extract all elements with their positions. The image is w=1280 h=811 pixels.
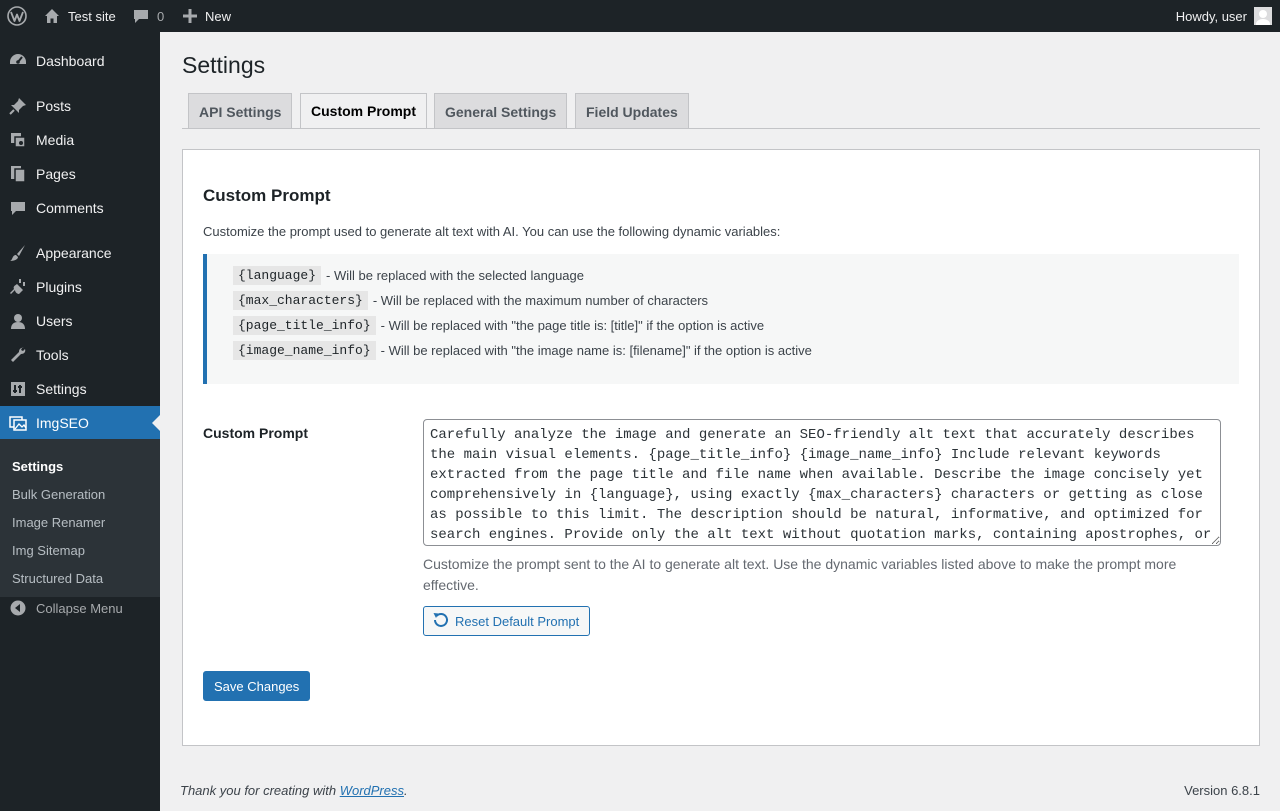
variables-box: {language} - Will be replaced with the s… xyxy=(203,254,1239,384)
sidebar-item-label: Tools xyxy=(36,347,69,363)
variable-description: - Will be replaced with the selected lan… xyxy=(326,268,584,283)
pin-icon xyxy=(0,89,36,123)
variable-description: - Will be replaced with "the image name … xyxy=(380,343,812,358)
variable-row: {max_characters} - Will be replaced with… xyxy=(233,291,708,310)
page-title: Settings xyxy=(182,52,266,78)
sidebar-item-tools[interactable]: Tools xyxy=(0,338,160,372)
custom-prompt-label: Custom Prompt xyxy=(203,425,308,441)
tab-custom-prompt[interactable]: Custom Prompt xyxy=(300,93,427,129)
comments-count: 0 xyxy=(157,8,165,24)
sidebar-item-users[interactable]: Users xyxy=(0,304,160,338)
brush-icon xyxy=(0,236,36,270)
site-name-label: Test site xyxy=(68,8,116,24)
variable-code: {max_characters} xyxy=(233,291,368,310)
pages-icon xyxy=(0,157,36,191)
section-heading: Custom Prompt xyxy=(203,186,331,205)
collapse-menu-button[interactable]: Collapse Menu xyxy=(0,596,160,620)
sidebar-item-posts[interactable]: Posts xyxy=(0,89,160,123)
save-changes-button[interactable]: Save Changes xyxy=(203,671,311,701)
submenu-item-bulk-generation[interactable]: Bulk Generation xyxy=(12,487,105,502)
variable-row: {page_title_info} - Will be replaced wit… xyxy=(233,316,764,335)
plug-icon xyxy=(0,270,36,304)
settings-card: Custom Prompt Customize the prompt used … xyxy=(182,149,1260,746)
tab-general-settings[interactable]: General Settings xyxy=(434,93,568,129)
images-icon xyxy=(0,406,36,440)
reset-button-label: Reset Default Prompt xyxy=(455,613,580,629)
comments-link[interactable]: 0 xyxy=(133,0,164,32)
custom-prompt-textarea[interactable]: Carefully analyze the image and generate… xyxy=(423,419,1221,546)
settings-icon xyxy=(0,372,36,406)
collapse-arrow-icon xyxy=(0,600,36,616)
home-icon xyxy=(44,8,60,24)
undo-icon xyxy=(432,611,450,632)
custom-prompt-description: Customize the prompt sent to the AI to g… xyxy=(423,556,1177,593)
wordpress-link[interactable]: WordPress xyxy=(340,783,404,798)
admin-bar: Test site 0 New Howdy, user xyxy=(0,0,1280,32)
tab-api-settings[interactable]: API Settings xyxy=(188,93,293,129)
submenu-item-img-sitemap[interactable]: Img Sitemap xyxy=(12,543,85,558)
site-name-link[interactable]: Test site xyxy=(44,0,116,32)
sidebar-item-label: Dashboard xyxy=(36,53,105,69)
submenu-item-structured-data[interactable]: Structured Data xyxy=(12,571,103,586)
comment-icon xyxy=(0,191,36,225)
footer-thanks-prefix: Thank you for creating with xyxy=(180,783,340,798)
sidebar-item-label: Plugins xyxy=(36,279,82,295)
variable-description: - Will be replaced with the maximum numb… xyxy=(372,293,709,308)
sidebar-item-appearance[interactable]: Appearance xyxy=(0,236,160,270)
sidebar-item-label: Posts xyxy=(36,98,72,114)
variable-description: - Will be replaced with "the page title … xyxy=(380,318,765,333)
wrench-icon xyxy=(0,338,36,372)
sidebar-item-label: Settings xyxy=(36,381,87,397)
variable-row: {language} - Will be replaced with the s… xyxy=(233,266,584,285)
sidebar-item-label: Media xyxy=(36,132,75,148)
admin-sidebar: Dashboard Posts Media Pages Comments App… xyxy=(0,32,160,811)
sidebar-item-plugins[interactable]: Plugins xyxy=(0,270,160,304)
variable-row: {image_name_info} - Will be replaced wit… xyxy=(233,341,812,360)
footer-thanks-suffix: . xyxy=(404,783,408,798)
sidebar-item-comments[interactable]: Comments xyxy=(0,191,160,225)
sidebar-item-settings[interactable]: Settings xyxy=(0,372,160,406)
imgseo-submenu: Settings Bulk Generation Image Renamer I… xyxy=(0,439,160,597)
sidebar-item-label: Users xyxy=(36,313,73,329)
section-intro: Customize the prompt used to generate al… xyxy=(203,224,781,239)
howdy-label: Howdy, user xyxy=(1175,8,1247,24)
variable-code: {page_title_info} xyxy=(233,316,376,335)
sidebar-item-label: Comments xyxy=(36,200,104,216)
new-content-link[interactable]: New xyxy=(183,0,231,32)
footer-version: Version 6.8.1 xyxy=(1184,783,1260,798)
sidebar-item-imgseo[interactable]: ImgSEO xyxy=(0,406,160,440)
media-icon xyxy=(0,123,36,157)
sidebar-item-label: Appearance xyxy=(36,245,112,261)
sidebar-item-media[interactable]: Media xyxy=(0,123,160,157)
sidebar-item-dashboard[interactable]: Dashboard xyxy=(0,44,160,78)
dashboard-icon xyxy=(0,44,36,78)
sidebar-item-pages[interactable]: Pages xyxy=(0,157,160,191)
wordpress-logo-icon[interactable] xyxy=(7,0,27,32)
reset-default-prompt-button[interactable]: Reset Default Prompt xyxy=(423,606,591,636)
collapse-menu-label: Collapse Menu xyxy=(36,600,123,616)
avatar xyxy=(1254,7,1272,25)
new-label: New xyxy=(205,8,232,24)
submenu-item-settings[interactable]: Settings xyxy=(12,459,63,474)
tabs-divider xyxy=(182,128,1260,129)
sidebar-item-label: Pages xyxy=(36,166,76,182)
plus-icon xyxy=(183,9,197,23)
tab-field-updates[interactable]: Field Updates xyxy=(575,93,689,129)
submenu-item-image-renamer[interactable]: Image Renamer xyxy=(12,515,105,530)
user-icon xyxy=(0,304,36,338)
comment-bubble-icon xyxy=(133,8,149,24)
sidebar-item-label: ImgSEO xyxy=(36,415,89,431)
footer-thanks: Thank you for creating with WordPress. xyxy=(180,783,408,798)
my-account-link[interactable]: Howdy, user xyxy=(1176,0,1272,32)
variable-code: {image_name_info} xyxy=(233,341,376,360)
variable-code: {language} xyxy=(233,266,322,285)
